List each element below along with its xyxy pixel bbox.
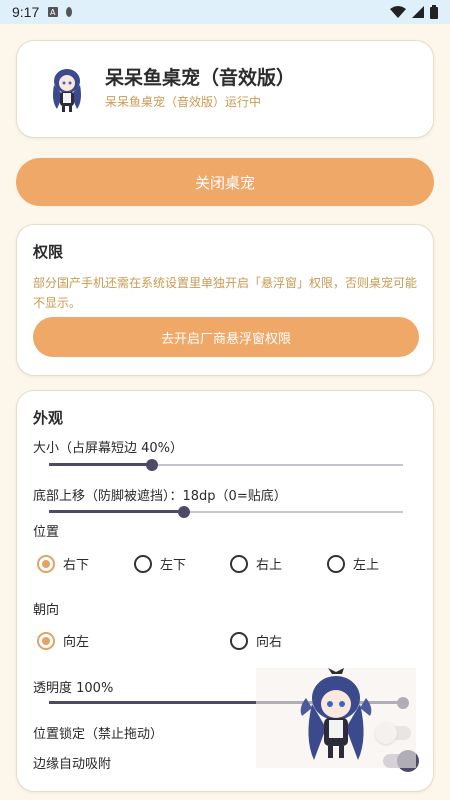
size-label: 大小（占屏幕短边 40%） <box>33 441 184 456</box>
status-bar: 9:17 A <box>0 0 450 24</box>
signal-icon <box>412 6 424 18</box>
radio-label: 右上 <box>256 558 283 573</box>
slider-thumb[interactable] <box>177 506 190 518</box>
orientation-label: 朝向 <box>33 603 60 618</box>
open-overlay-permission-button[interactable]: 去开启厂商悬浮窗权限 <box>33 317 419 357</box>
app-info-card: 呆呆鱼桌宠（音效版） 呆呆鱼桌宠（音效版）运行中 <box>16 40 434 138</box>
bottom-offset-label: 底部上移（防脚被遮挡）：18dp（0=贴底） <box>33 489 287 504</box>
radio-circle <box>134 554 152 573</box>
permission-description: 部分国产手机还需在系统设置里单独开启「悬浮窗」权限，否则桌宠可能不显示。 <box>33 276 418 310</box>
edge-snap-label: 边缘自动吸附 <box>33 757 112 772</box>
orientation-option-left[interactable]: 向左 <box>37 631 89 650</box>
status-time: 9:17 <box>12 4 40 20</box>
radio-label: 右下 <box>63 558 90 573</box>
radio-circle <box>327 554 345 573</box>
notification-dot-icon <box>66 7 73 17</box>
permission-card: 权限 部分国产手机还需在系统设置里单独开启「悬浮窗」权限，否则桌宠可能不显示。 … <box>16 224 434 376</box>
position-option-top-left[interactable]: 左上 <box>327 554 379 573</box>
appearance-title: 外观 <box>33 409 64 427</box>
wifi-icon <box>390 6 406 18</box>
battery-icon <box>430 5 438 19</box>
slider-fill <box>49 463 152 466</box>
slider-fill <box>49 510 184 513</box>
position-option-top-right[interactable]: 右上 <box>230 554 282 573</box>
bottom-offset-slider[interactable] <box>49 504 403 520</box>
pet-avatar-icon <box>53 69 81 112</box>
radio-circle <box>230 631 248 650</box>
opacity-label: 透明度 100% <box>33 681 114 696</box>
position-label: 位置 <box>33 525 60 540</box>
radio-circle <box>37 554 55 573</box>
size-slider[interactable] <box>49 457 403 473</box>
lock-position-label: 位置锁定（禁止拖动） <box>33 727 164 742</box>
radio-label: 左上 <box>353 558 380 573</box>
position-option-bottom-right[interactable]: 右下 <box>37 554 89 573</box>
radio-label: 向右 <box>256 635 283 650</box>
radio-label: 左下 <box>160 558 187 573</box>
orientation-option-right[interactable]: 向右 <box>230 631 282 650</box>
svg-text:A: A <box>50 8 56 17</box>
radio-circle <box>37 631 55 650</box>
radio-label: 向左 <box>63 635 90 650</box>
desktop-pet-overlay[interactable] <box>256 668 416 768</box>
close-pet-button[interactable]: 关闭桌宠 <box>16 158 434 206</box>
app-title: 呆呆鱼桌宠（音效版） <box>105 67 296 89</box>
permission-title: 权限 <box>33 243 64 261</box>
position-option-bottom-left[interactable]: 左下 <box>134 554 186 573</box>
radio-circle <box>230 554 248 573</box>
app-status: 呆呆鱼桌宠（音效版）运行中 <box>105 95 262 109</box>
notification-a-icon: A <box>48 7 59 17</box>
slider-thumb[interactable] <box>145 459 158 471</box>
